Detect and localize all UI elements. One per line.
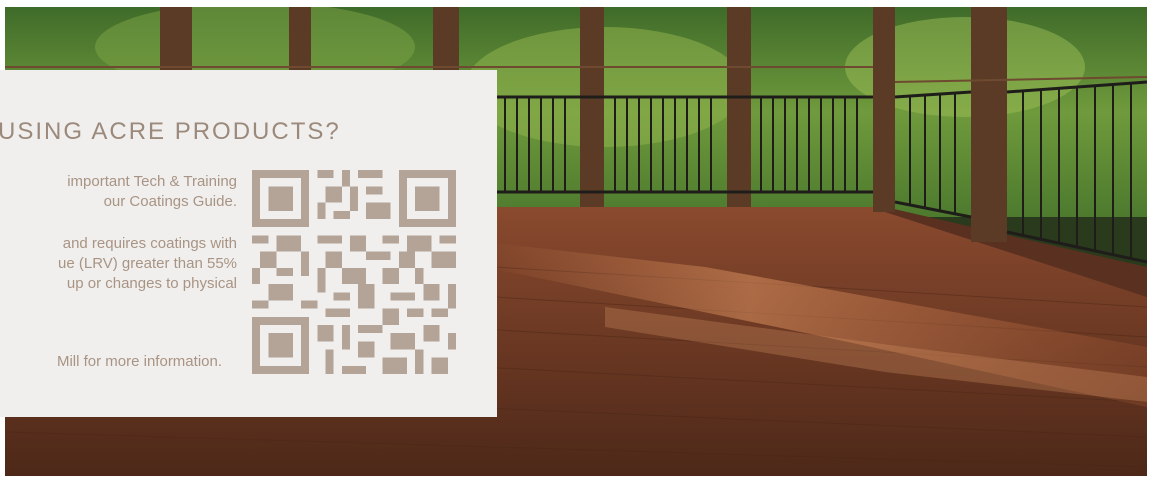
paragraph-line: and requires coatings with <box>62 235 237 252</box>
paragraph-tech-training: important Tech & Training our Coatings G… <box>67 172 237 212</box>
paragraph-lrv-requirements: and requires coatings with ue (LRV) grea… <box>58 234 237 294</box>
paragraph-line: our Coatings Guide. <box>103 193 237 210</box>
paragraph-line: important Tech & Training <box>67 173 237 190</box>
paragraph-line: ue (LRV) greater than 55% <box>58 255 237 272</box>
card-title: USING ACRE PRODUCTS? <box>0 118 341 145</box>
info-card: USING ACRE PRODUCTS? important Tech & Tr… <box>0 70 497 417</box>
paragraph-contact-mill: Mill for more information. <box>56 353 222 370</box>
paragraph-line: up or changes to physical <box>66 275 237 292</box>
qr-code-icon[interactable] <box>252 170 456 374</box>
